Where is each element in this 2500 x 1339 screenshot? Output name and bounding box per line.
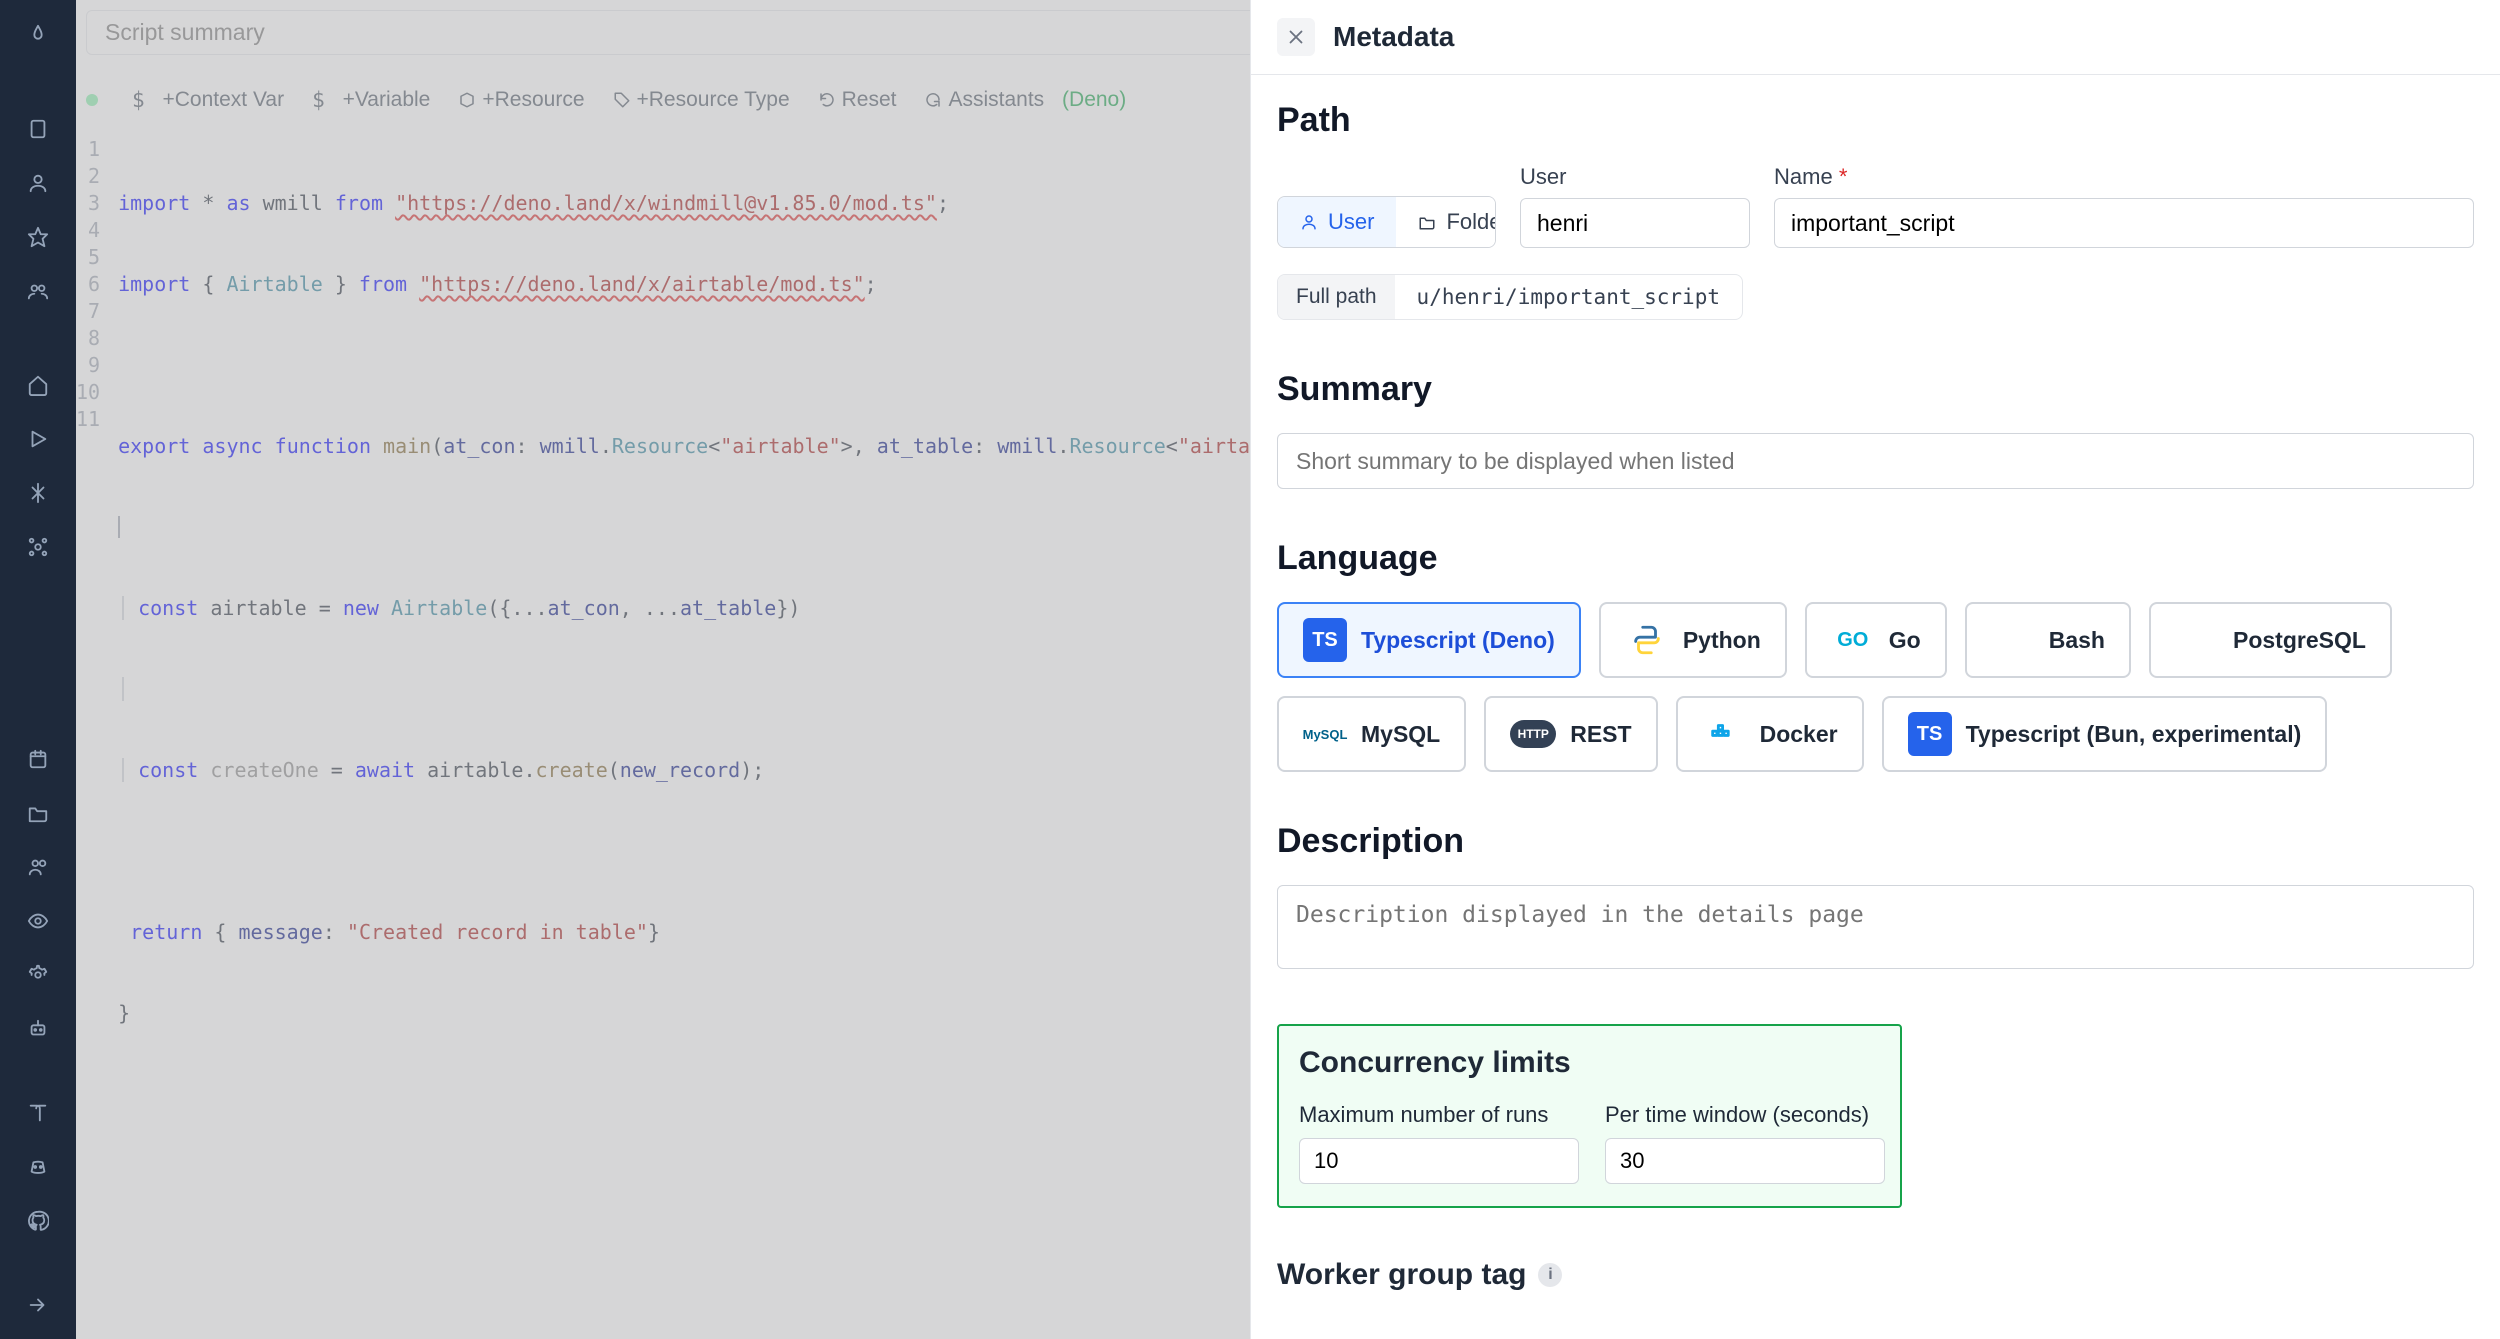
code-area[interactable]: import * as wmill from "https://deno.lan… (118, 128, 1286, 1339)
tag-icon (613, 91, 631, 109)
section-summary: Summary (1277, 370, 2474, 409)
nav-workers-icon[interactable] (18, 847, 58, 887)
tb-reset[interactable]: Reset (818, 88, 897, 112)
python-icon (1625, 618, 1669, 662)
lang-typescript-deno[interactable]: TS Typescript (Deno) (1277, 602, 1581, 678)
section-language: Language (1277, 539, 2474, 578)
tb-context-var[interactable]: $ +Context Var (132, 88, 284, 112)
nav-workspace-icon[interactable] (18, 109, 58, 149)
full-path-value: u/henri/important_script (1395, 275, 1742, 319)
bash-icon (1991, 618, 2035, 662)
typescript-icon: TS (1303, 618, 1347, 662)
lang-rest[interactable]: HTTP REST (1484, 696, 1657, 772)
postgresql-icon (2175, 618, 2219, 662)
full-path-chip: Full path u/henri/important_script (1277, 274, 1743, 320)
code-editor[interactable]: 123 456 789 1011 import * as wmill from … (76, 128, 1250, 1339)
lang-bash[interactable]: Bash (1965, 602, 2131, 678)
worker-group-tag-heading: Worker group tag i (1277, 1258, 2474, 1292)
owner-user-button[interactable]: User (1278, 197, 1396, 247)
docker-icon (1702, 712, 1746, 756)
cube-icon (458, 91, 476, 109)
tb-assistants[interactable]: Assistants (Deno) (924, 88, 1126, 112)
typescript-bun-icon: TS (1908, 712, 1952, 756)
status-dot (86, 94, 98, 106)
lang-mysql[interactable]: MySQL MySQL (1277, 696, 1466, 772)
nav-robot-icon[interactable] (18, 1009, 58, 1049)
drawer-title: Metadata (1333, 21, 1454, 53)
nav-variables-icon[interactable] (18, 473, 58, 513)
max-runs-label: Maximum number of runs (1299, 1102, 1579, 1128)
go-icon: GO (1831, 618, 1875, 662)
description-input[interactable] (1277, 885, 2474, 969)
nav-star-icon[interactable] (18, 217, 58, 257)
nav-github-icon[interactable] (18, 1201, 58, 1241)
owner-toggle: User Folder (1277, 196, 1496, 248)
user-icon (1300, 213, 1318, 231)
nav-folders-icon[interactable] (18, 793, 58, 833)
nav-resources-icon[interactable] (18, 527, 58, 567)
nav-runs-icon[interactable] (18, 419, 58, 459)
metadata-drawer: Metadata Path User Folder User Name * (1250, 0, 2500, 1339)
per-window-input[interactable] (1605, 1138, 1885, 1184)
user-input[interactable] (1520, 198, 1750, 248)
lang-typescript-bun[interactable]: TS Typescript (Bun, experimental) (1882, 696, 2328, 772)
tb-variable[interactable]: $ +Variable (312, 88, 430, 112)
nav-users-icon[interactable] (18, 163, 58, 203)
lang-docker[interactable]: Docker (1676, 696, 1864, 772)
nav-home-icon[interactable] (18, 365, 58, 405)
nav-schedules-icon[interactable] (18, 739, 58, 779)
user-label: User (1520, 164, 1750, 190)
concurrency-limits: Concurrency limits Maximum number of run… (1277, 1024, 1902, 1208)
lang-go[interactable]: GO Go (1805, 602, 1947, 678)
sync-icon (924, 91, 942, 109)
user-field: User (1520, 164, 1750, 248)
summary-input[interactable] (1277, 433, 2474, 489)
close-button[interactable] (1277, 18, 1315, 56)
nav-discord-icon[interactable] (18, 1147, 58, 1187)
refresh-icon (818, 91, 836, 109)
sidebar (0, 0, 76, 1339)
full-path-label: Full path (1278, 275, 1395, 319)
nav-collapse-icon[interactable] (18, 1285, 58, 1325)
name-label: Name * (1774, 164, 2474, 190)
section-path: Path (1277, 101, 2474, 140)
folder-icon (1418, 213, 1436, 231)
per-window-label: Per time window (seconds) (1605, 1102, 1885, 1128)
close-icon (1285, 26, 1307, 48)
nav-groups-icon[interactable] (18, 271, 58, 311)
max-runs-input[interactable] (1299, 1138, 1579, 1184)
mysql-icon: MySQL (1303, 712, 1347, 756)
tb-resource-type[interactable]: +Resource Type (613, 88, 790, 112)
logo-icon[interactable] (18, 15, 58, 55)
concurrency-heading: Concurrency limits (1299, 1046, 1880, 1080)
rest-icon: HTTP (1510, 720, 1556, 748)
cursor (118, 516, 120, 538)
script-summary-input[interactable] (86, 10, 1309, 55)
name-field: Name * (1774, 164, 2474, 248)
line-gutter: 123 456 789 1011 (76, 128, 118, 1339)
info-icon[interactable]: i (1538, 1263, 1562, 1287)
nav-audit-icon[interactable] (18, 901, 58, 941)
tb-resource[interactable]: +Resource (458, 88, 584, 112)
owner-folder-button[interactable]: Folder (1396, 197, 1496, 247)
section-description: Description (1277, 822, 2474, 861)
lang-postgresql[interactable]: PostgreSQL (2149, 602, 2392, 678)
nav-docs-icon[interactable] (18, 1093, 58, 1133)
name-input[interactable] (1774, 198, 2474, 248)
lang-python[interactable]: Python (1599, 602, 1787, 678)
nav-settings-icon[interactable] (18, 955, 58, 995)
